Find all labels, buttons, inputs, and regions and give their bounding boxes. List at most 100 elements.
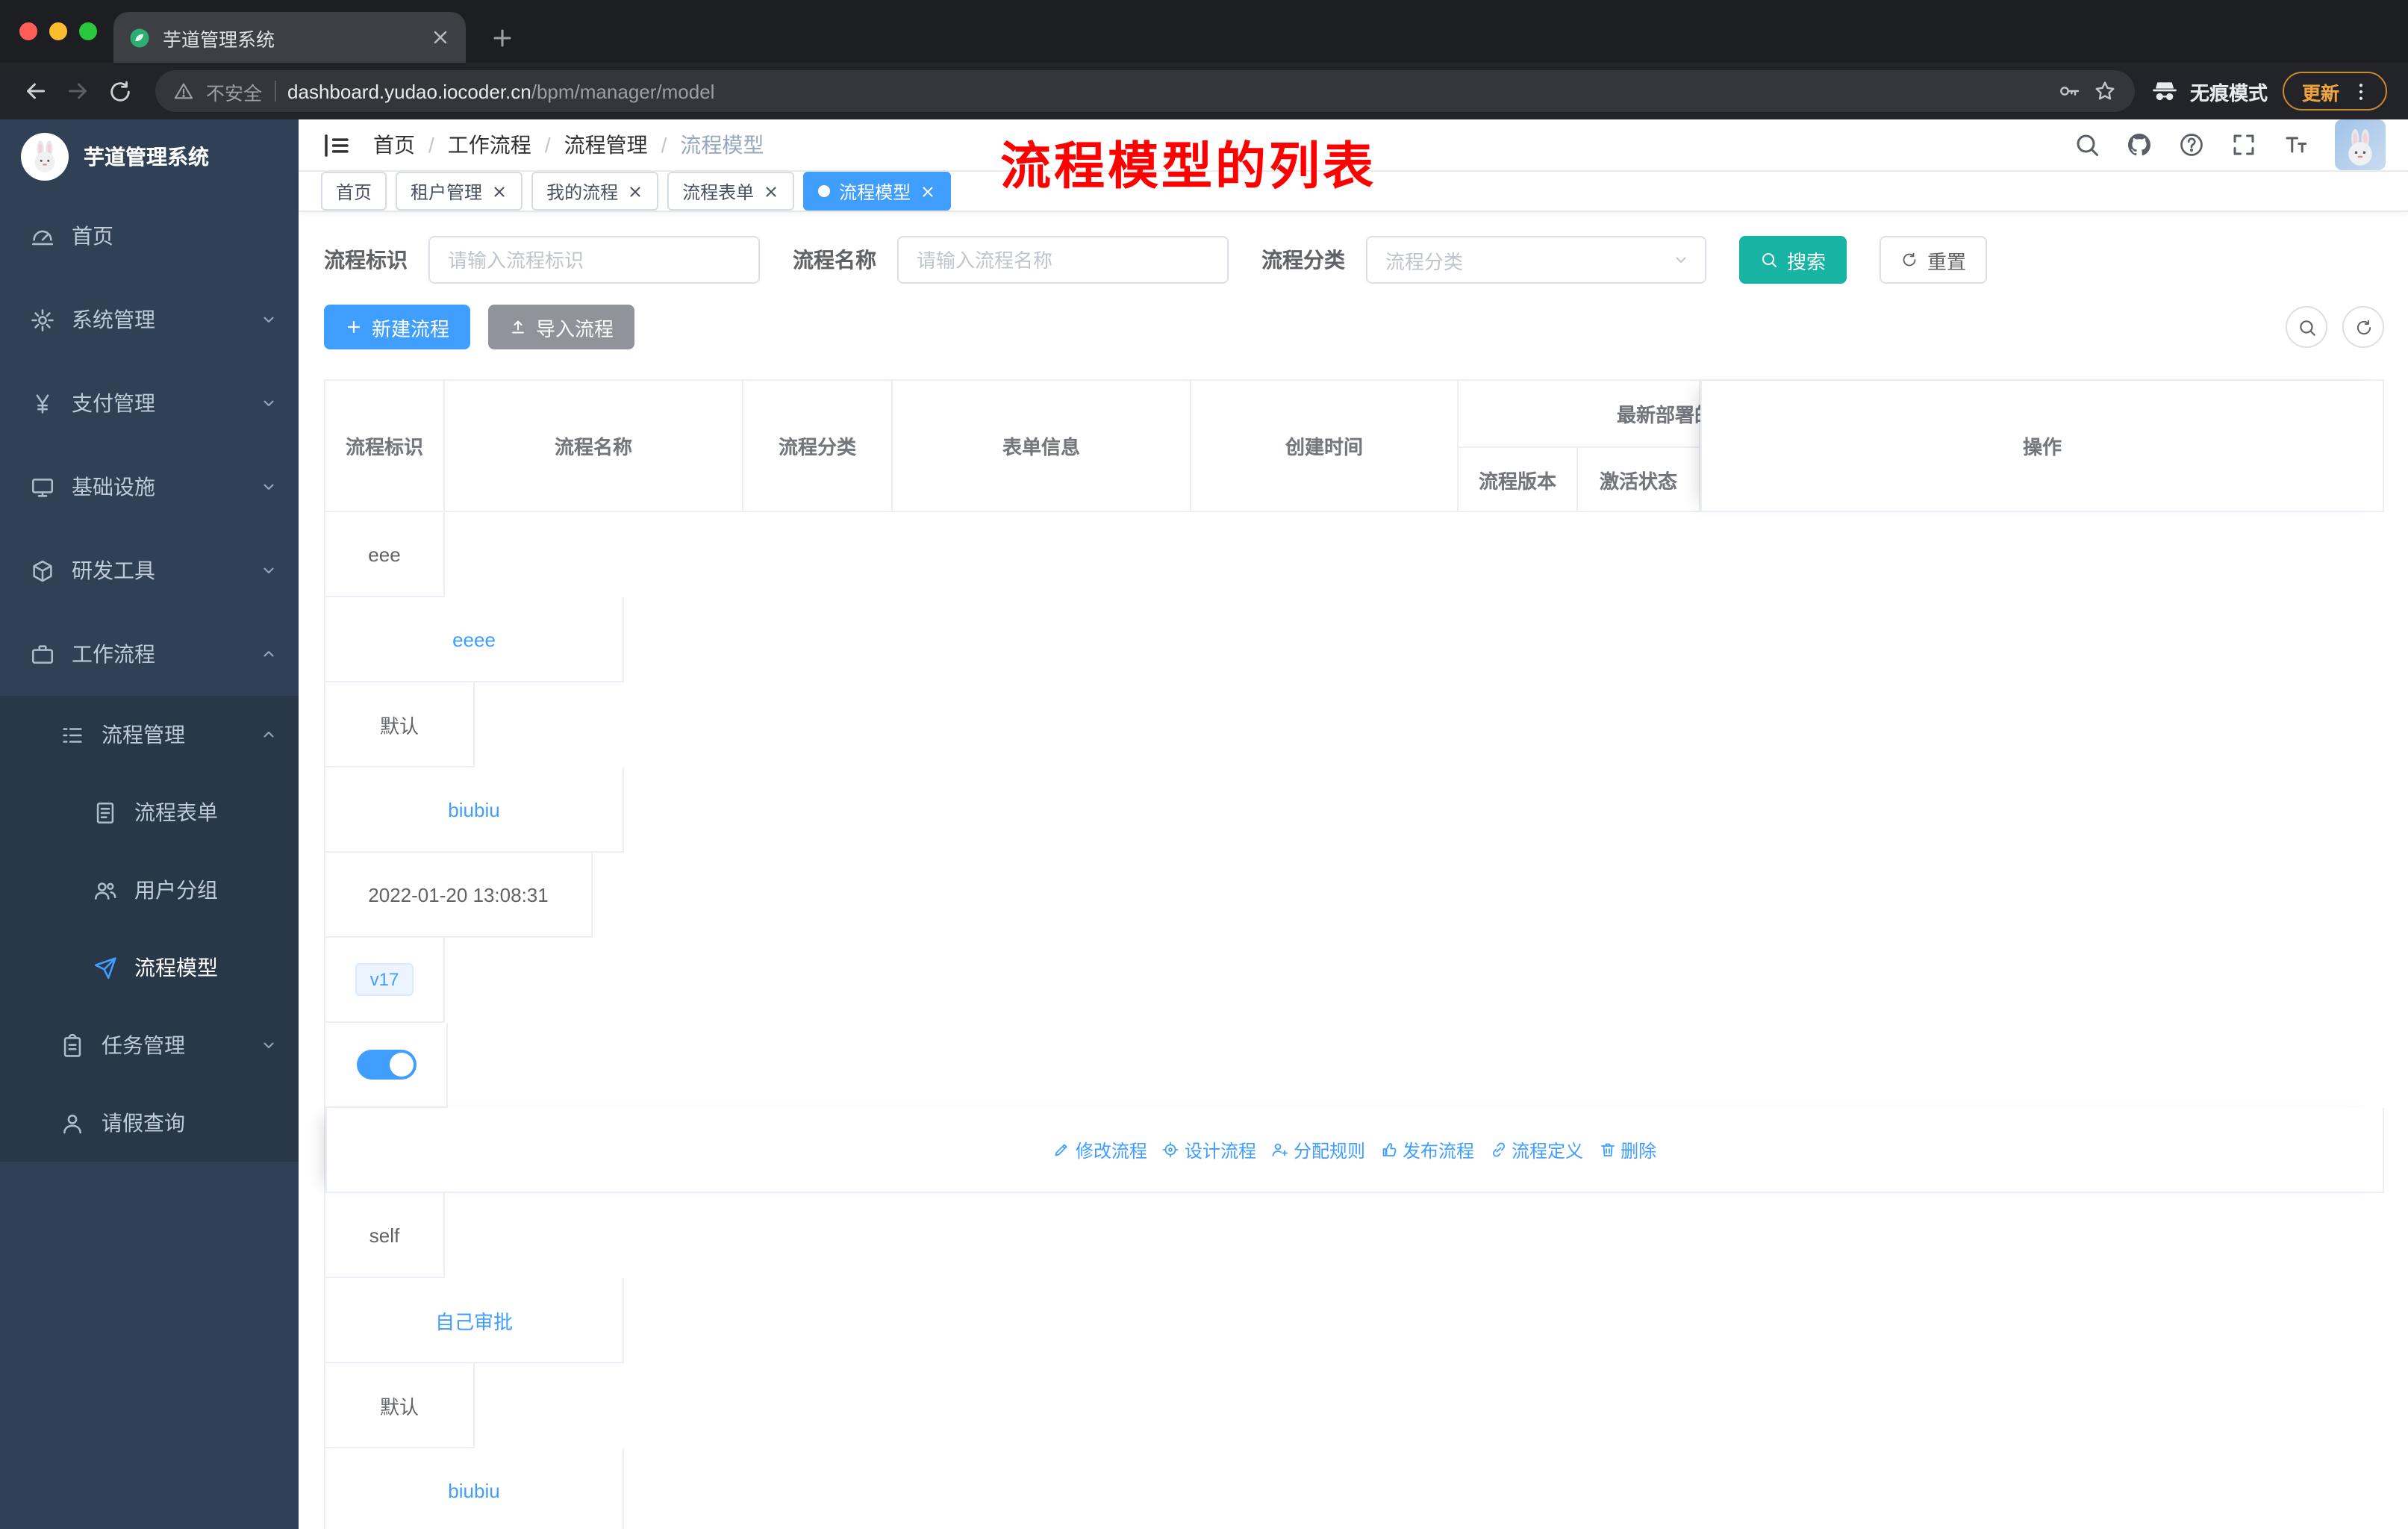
cube-icon [30, 558, 55, 583]
refresh-table-button[interactable] [2342, 306, 2384, 348]
column-header-ops: 操作 [1700, 381, 2384, 512]
security-warning-icon[interactable] [173, 81, 194, 102]
sidebar-item-system-mgmt[interactable]: 系统管理 [0, 278, 299, 361]
form-info-link[interactable]: biubiu [448, 1479, 499, 1501]
address-bar[interactable]: 不安全 dashboard.yudao.iocoder.cn/bpm/manag… [155, 70, 2135, 112]
chevron-up-icon [260, 645, 278, 663]
chevron-up-icon [260, 726, 278, 744]
tag-close-icon[interactable] [920, 183, 936, 199]
gear-icon [30, 307, 55, 332]
sidebar: 芋道管理系统 首页 系统管理 支付管理 基础设施 研发工具 工作流程 流程管理 … [0, 119, 299, 1529]
users-icon [93, 877, 118, 903]
assign-rule-link[interactable]: 分配规则 [1271, 1137, 1365, 1162]
update-label: 更新 [2301, 83, 2339, 104]
sidebar-item-dev-tools[interactable]: 研发工具 [0, 529, 299, 612]
help-icon[interactable] [2178, 131, 2205, 158]
tab-close-icon[interactable] [430, 27, 451, 48]
sidebar-item-task-mgmt[interactable]: 任务管理 [0, 1006, 299, 1084]
fullscreen-icon[interactable] [2230, 131, 2257, 158]
design-process-link[interactable]: 设计流程 [1162, 1137, 1256, 1162]
reset-button[interactable]: 重置 [1880, 236, 1988, 284]
plus-icon [345, 318, 363, 336]
tag-home[interactable]: 首页 [321, 172, 387, 211]
column-header-id: 流程标识 [325, 381, 445, 512]
form-info-link[interactable]: biubiu [448, 798, 499, 820]
process-definition-link[interactable]: 流程定义 [1489, 1137, 1583, 1162]
version-badge: v17 [355, 963, 414, 996]
clipboard-icon [60, 1033, 85, 1058]
tag-close-icon[interactable] [491, 183, 508, 199]
search-icon[interactable] [2074, 131, 2100, 158]
browser-toolbar: 不安全 dashboard.yudao.iocoder.cn/bpm/manag… [0, 63, 2408, 119]
sidebar-item-home[interactable]: 首页 [0, 194, 299, 278]
refresh-icon [1900, 251, 1918, 269]
sidebar-fold-icon[interactable] [321, 129, 352, 161]
create-process-button[interactable]: 新建流程 [324, 305, 471, 349]
table-toolbar: 新建流程 导入流程 [324, 305, 2384, 349]
tag-process-form[interactable]: 流程表单 [667, 172, 795, 211]
tag-tenant-mgmt[interactable]: 租户管理 [396, 172, 523, 211]
chevron-down-icon [260, 561, 278, 579]
tag-close-icon[interactable] [627, 183, 643, 199]
search-icon [2297, 317, 2316, 337]
back-button[interactable] [15, 70, 57, 112]
breadcrumb-item[interactable]: 工作流程 [448, 130, 531, 160]
top-navbar: 首页 / 工作流程 / 流程管理 / 流程模型 流程模型的列表 [299, 119, 2408, 196]
publish-icon [1380, 1141, 1398, 1159]
column-header-form: 表单信息 [893, 381, 1191, 512]
incognito-badge: 无痕模式 [2150, 76, 2268, 106]
active-toggle[interactable] [356, 1050, 416, 1080]
sidebar-item-process-model[interactable]: 流程模型 [0, 929, 299, 1006]
sidebar-item-infrastructure[interactable]: 基础设施 [0, 445, 299, 529]
modify-process-link[interactable]: 修改流程 [1053, 1137, 1147, 1162]
process-name-link[interactable]: 自己审批 [435, 1306, 513, 1334]
sidebar-item-process-mgmt[interactable]: 流程管理 [0, 696, 299, 773]
font-size-icon[interactable] [2283, 131, 2309, 158]
github-icon[interactable] [2126, 131, 2153, 158]
user-avatar[interactable] [2335, 119, 2386, 170]
trash-icon [1598, 1141, 1616, 1159]
reload-button[interactable] [99, 70, 140, 112]
tag-close-icon[interactable] [763, 183, 779, 199]
breadcrumb-item[interactable]: 流程管理 [564, 130, 648, 160]
bookmark-star-icon[interactable] [2093, 79, 2117, 103]
cell-process-id: eee [325, 512, 445, 597]
sidebar-item-payment-mgmt[interactable]: 支付管理 [0, 361, 299, 445]
document-icon [93, 800, 118, 825]
cell-category: 默认 [325, 1363, 475, 1448]
browser-menu-icon[interactable] [2350, 80, 2372, 102]
publish-process-link[interactable]: 发布流程 [1380, 1137, 1474, 1162]
tag-process-model[interactable]: 流程模型 [803, 172, 952, 211]
sidebar-item-workflow[interactable]: 工作流程 [0, 612, 299, 696]
forward-button[interactable] [57, 70, 99, 112]
window-close-button[interactable] [19, 22, 37, 40]
chevron-down-icon [260, 394, 278, 412]
password-key-icon[interactable] [2057, 79, 2081, 103]
sidebar-item-leave-query[interactable]: 请假查询 [0, 1084, 299, 1162]
refresh-icon [2354, 317, 2373, 337]
process-id-input[interactable] [428, 236, 760, 284]
sidebar-item-user-group[interactable]: 用户分组 [0, 851, 299, 929]
table-header: 流程标识 流程名称 流程分类 表单信息 创建时间 最新部署的流程定义 流程版本 … [325, 381, 2384, 512]
window-zoom-button[interactable] [79, 22, 97, 40]
update-button[interactable]: 更新 [2282, 72, 2387, 110]
delete-link[interactable]: 删除 [1598, 1137, 1656, 1162]
tag-my-process[interactable]: 我的流程 [531, 172, 659, 211]
breadcrumb-item[interactable]: 首页 [373, 130, 415, 160]
process-name-input[interactable] [897, 236, 1229, 284]
monitor-icon [30, 474, 55, 499]
workflow-submenu: 流程管理 流程表单 用户分组 流程模型 任务管理 请假查询 [0, 696, 299, 1162]
process-category-select[interactable]: 流程分类 [1366, 236, 1706, 284]
sidebar-item-process-form[interactable]: 流程表单 [0, 773, 299, 851]
import-process-button[interactable]: 导入流程 [488, 305, 635, 349]
link-icon [1489, 1141, 1507, 1159]
process-name-link[interactable]: eeee [452, 628, 496, 650]
new-tab-button[interactable] [484, 19, 520, 55]
upload-icon [509, 318, 527, 336]
window-minimize-button[interactable] [49, 22, 67, 40]
process-id-label: 流程标识 [324, 248, 408, 272]
browser-tab[interactable]: 芋道管理系统 [113, 12, 466, 63]
search-button[interactable]: 搜索 [1739, 236, 1847, 284]
paper-plane-icon [93, 955, 118, 980]
toggle-search-button[interactable] [2286, 306, 2327, 348]
